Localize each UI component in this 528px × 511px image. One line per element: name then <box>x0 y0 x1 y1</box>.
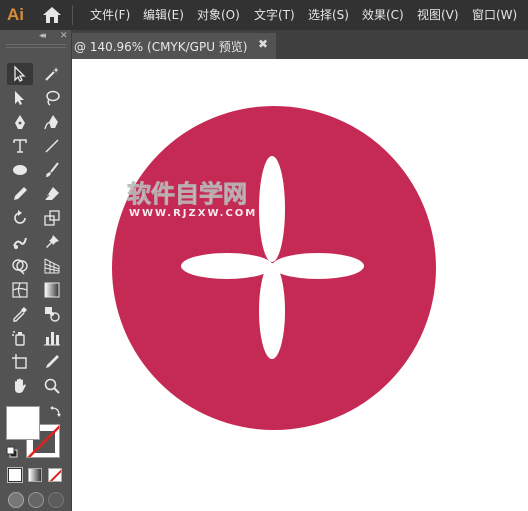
selection-arrow-icon <box>14 65 26 82</box>
menu-window[interactable]: 窗口(W) <box>472 7 517 23</box>
artboard-tool[interactable] <box>7 351 33 373</box>
watermark-url: WWW.RJZXW.COM <box>129 208 257 219</box>
collapse-panel-icon[interactable]: ◂◂ <box>39 30 46 41</box>
paintbrush-icon <box>46 162 59 177</box>
document-tab-title: @ 140.96% (CMYK/GPU 预览) <box>74 40 248 54</box>
menu-bar: Ai 文件(F) 编辑(E) 对象(O) 文字(T) 选择(S) 效果(C) 视… <box>0 0 528 30</box>
perspective-grid-icon <box>44 258 60 274</box>
slice-tool[interactable] <box>39 351 65 373</box>
zoom-tool[interactable] <box>39 375 65 397</box>
swap-fill-stroke-icon[interactable] <box>50 405 62 417</box>
close-tab-icon[interactable]: ✖ <box>258 37 268 51</box>
selection-tool[interactable] <box>7 63 33 85</box>
direct-selection-arrow-icon <box>15 91 24 105</box>
app-logo: Ai <box>7 5 24 24</box>
petal-top[interactable] <box>259 156 285 262</box>
none-mode-button[interactable] <box>48 468 62 482</box>
symbol-sprayer-icon <box>12 331 25 346</box>
perspective-grid-tool[interactable] <box>39 255 65 277</box>
puppet-warp-tool[interactable] <box>39 231 65 253</box>
document-tab[interactable]: @ 140.96% (CMYK/GPU 预览) ✖ <box>72 33 276 59</box>
eyedropper-icon <box>13 307 27 322</box>
shaper-tool[interactable] <box>7 183 33 205</box>
default-fill-stroke-icon[interactable] <box>6 446 18 458</box>
gradient-tool[interactable] <box>39 279 65 301</box>
lasso-icon <box>46 90 60 106</box>
pencil-icon <box>14 187 27 200</box>
symbol-sprayer-tool[interactable] <box>7 327 33 349</box>
line-segment-icon <box>45 139 59 153</box>
paintbrush-tool[interactable] <box>39 159 65 181</box>
curvature-tool[interactable] <box>39 111 65 133</box>
shape-builder-icon <box>12 259 28 275</box>
eraser-tool[interactable] <box>39 183 65 205</box>
blend-icon <box>45 307 60 322</box>
artboard-canvas[interactable]: 软件自学网 WWW.RJZXW.COM <box>72 59 528 511</box>
panel-grip[interactable] <box>6 44 66 48</box>
eraser-icon <box>44 187 59 200</box>
pin-icon <box>46 235 59 248</box>
pen-icon <box>15 115 25 129</box>
draw-inside-button[interactable] <box>48 492 64 508</box>
document-tab-bar: @ 140.96% (CMYK/GPU 预览) ✖ <box>72 30 528 59</box>
type-t-icon <box>13 139 27 153</box>
menu-edit[interactable]: 编辑(E) <box>143 7 184 23</box>
menu-view[interactable]: 视图(V) <box>417 7 459 23</box>
rotate-tool[interactable] <box>7 207 33 229</box>
direct-selection-tool[interactable] <box>7 87 33 109</box>
type-tool[interactable] <box>7 135 33 157</box>
blend-tool[interactable] <box>39 303 65 325</box>
menu-file[interactable]: 文件(F) <box>90 7 130 23</box>
curvature-pen-icon <box>44 115 58 130</box>
mesh-tool[interactable] <box>7 279 33 301</box>
home-icon[interactable] <box>42 6 62 24</box>
warp-tool[interactable] <box>7 231 33 253</box>
menu-separator <box>72 5 73 25</box>
draw-normal-button[interactable] <box>8 492 24 508</box>
ellipse-icon <box>13 165 27 175</box>
menu-effect[interactable]: 效果(C) <box>362 7 404 23</box>
menu-object[interactable]: 对象(O) <box>197 7 240 23</box>
magnifier-icon <box>44 378 60 394</box>
tools-panel: ◂◂ ✕ <box>0 30 72 511</box>
scale-tool[interactable] <box>39 207 65 229</box>
color-mode-button[interactable] <box>7 467 23 483</box>
scale-icon <box>44 210 60 226</box>
none-slash-icon <box>49 469 61 481</box>
artwork: 软件自学网 WWW.RJZXW.COM <box>112 106 436 430</box>
shape-builder-tool[interactable] <box>7 255 33 277</box>
artboard-icon <box>12 354 27 369</box>
watermark-title: 软件自学网 <box>127 180 247 208</box>
magic-wand-tool[interactable] <box>39 63 65 85</box>
menu-select[interactable]: 选择(S) <box>308 7 349 23</box>
hand-tool[interactable] <box>7 375 33 397</box>
gradient-icon <box>44 282 60 298</box>
line-segment-tool[interactable] <box>39 135 65 157</box>
petal-right[interactable] <box>272 253 364 279</box>
warp-icon <box>13 237 27 249</box>
petal-left[interactable] <box>181 253 273 279</box>
menu-type[interactable]: 文字(T) <box>254 7 295 23</box>
draw-behind-button[interactable] <box>28 492 44 508</box>
eyedropper-tool[interactable] <box>7 303 33 325</box>
column-graph-tool[interactable] <box>39 327 65 349</box>
magic-wand-icon <box>45 67 59 81</box>
lasso-tool[interactable] <box>39 87 65 109</box>
petal-bottom[interactable] <box>259 263 285 359</box>
hand-icon <box>15 378 26 393</box>
pen-tool[interactable] <box>7 111 33 133</box>
fill-color-swatch-front[interactable] <box>6 406 40 440</box>
gradient-mode-button[interactable] <box>28 468 42 482</box>
ellipse-tool[interactable] <box>7 159 33 181</box>
tools-panel-header: ◂◂ ✕ <box>3 30 68 41</box>
close-panel-icon[interactable]: ✕ <box>60 30 68 41</box>
slice-knife-icon <box>46 355 59 368</box>
mesh-icon <box>12 282 28 298</box>
rotate-icon <box>14 210 26 224</box>
bar-graph-icon <box>44 332 60 346</box>
